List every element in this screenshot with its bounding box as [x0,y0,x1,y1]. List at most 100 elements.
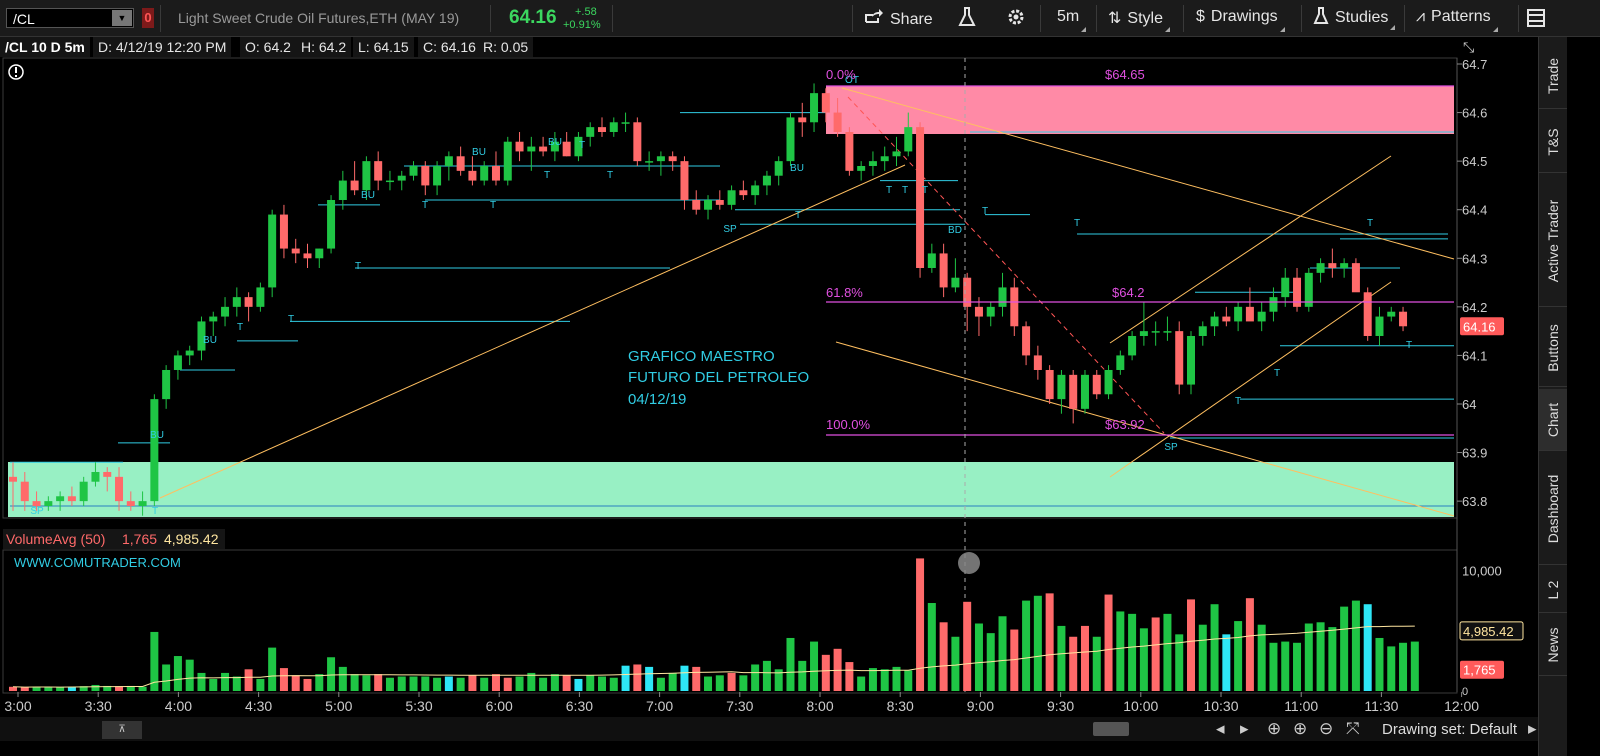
pan-icon[interactable]: ⊕ [1267,719,1281,739]
volume-bar [1198,624,1207,691]
volume-bar [656,677,665,691]
y-tick-label: 64.7 [1462,57,1487,72]
candle-body [338,180,347,200]
volume-bar [974,623,983,691]
volume-bar [315,674,324,691]
candle-body [444,156,453,166]
candle-body [880,156,889,162]
volume-bar [385,677,394,691]
x-tick-label: 7:30 [726,698,753,714]
volume-bar [268,647,277,691]
pattern-marker: T [886,185,892,196]
volume-bar [1363,604,1372,691]
drawing-set-label[interactable]: Drawing set: Default [1382,721,1517,738]
y-tick-label: 64.5 [1462,154,1487,169]
volume-bar [810,641,819,691]
price-chart[interactable]: 64.7 64.6 64.5 64.4 64.3 64.2 64.1 64 63.9 63.8 10… [0,0,1538,717]
zoom-out-icon[interactable]: ⊖ [1319,719,1333,739]
volume-bar [1069,636,1078,691]
candle-body [9,476,17,482]
volume-bar [1375,637,1384,691]
candle-body [456,156,465,171]
sidebar-tab-dashboard[interactable]: Dashboard [1539,453,1567,565]
sidebar-tab-t-s[interactable]: T&S [1539,111,1567,173]
fib-label-0: 0.0% [826,67,856,82]
collapse-panel-button[interactable]: ⊼ [102,721,142,739]
x-tick-label: 7:00 [646,698,673,714]
volume-bar [1128,613,1137,691]
volume-bar [786,637,795,691]
sidebar-tab-trade[interactable]: Trade [1539,43,1567,109]
volume-bar [1399,642,1408,691]
candle-body [1257,311,1266,322]
candle-body [115,476,124,502]
volume-bar [1080,625,1089,691]
sidebar-tab-active-trader[interactable]: Active Trader [1539,175,1567,307]
right-sidebar: Trade T&S Active Trader Buttons Chart Dashboa… [1538,37,1567,756]
volume-bar [397,676,406,691]
volume-bar [515,676,524,691]
sidebar-tab-news[interactable]: News [1539,615,1567,676]
candle-body [173,355,182,370]
volume-bar [668,672,677,691]
candle-body [892,151,901,157]
candle-body [751,185,760,196]
pattern-marker: T [982,206,988,217]
volume-bar [621,665,630,691]
pattern-marker: BD [948,225,962,236]
candle-body [1245,306,1254,322]
pattern-marker: T [355,261,361,272]
volume-bar [221,672,230,691]
fib-label-618: 61.8% [826,285,863,300]
volume-bar [798,660,807,691]
volume-bar [173,656,182,691]
volume-bar [821,654,830,691]
x-tick-label: 5:30 [405,698,432,714]
max-volume-marker-icon [958,552,980,574]
sidebar-tab-l-2[interactable]: L 2 [1539,567,1567,613]
price-label-6465: $64.65 [1105,67,1145,82]
candle-body [1328,263,1337,268]
candle-body [91,471,100,482]
scroll-left-icon[interactable]: ◂ [1216,719,1225,739]
candle-body [279,214,288,249]
sidebar-tab-label: L 2 [1545,580,1561,599]
candle-body [1151,331,1160,333]
volume-bar [633,664,642,691]
candle-body [974,306,983,317]
scroll-end-icon[interactable]: ▸ [1528,719,1537,739]
scroll-right-icon[interactable]: ▸ [1240,719,1249,739]
volume-bar [209,678,218,691]
volume-bar [539,677,548,691]
volume-bar [1269,642,1278,691]
candle-body [162,369,171,400]
volume-bar [727,672,736,691]
candle-body [833,112,842,132]
volume-bar [162,664,171,691]
candle-body [256,287,265,307]
sidebar-tab-chart[interactable]: Chart [1539,389,1567,451]
fit-screen-icon[interactable]: ⤧ [1346,719,1360,739]
volume-bar [256,678,265,691]
volume-bar [279,668,288,691]
sidebar-tab-buttons[interactable]: Buttons [1539,309,1567,387]
x-tick-label: 4:00 [165,698,192,714]
x-tick-label: 10:30 [1203,698,1238,714]
candle-body [1116,355,1125,370]
crosshair-icon[interactable]: ⤡ [1463,40,1474,56]
volume-bar [845,662,854,691]
volume-bar [1245,598,1254,691]
volume-bar [456,677,465,691]
candle-body [904,127,913,152]
candle-body [1399,311,1408,327]
candle-body [668,156,677,162]
candle-body [291,248,300,254]
candle-body [362,161,371,191]
volume-bar [680,665,689,691]
horizontal-scrollbar[interactable] [1093,722,1129,736]
pattern-marker: SP [1164,442,1178,453]
right-gutter [1567,37,1600,756]
alert-icon[interactable] [8,64,24,80]
zoom-in-icon[interactable]: ⊕ [1293,719,1307,739]
volume-bar [562,675,571,691]
